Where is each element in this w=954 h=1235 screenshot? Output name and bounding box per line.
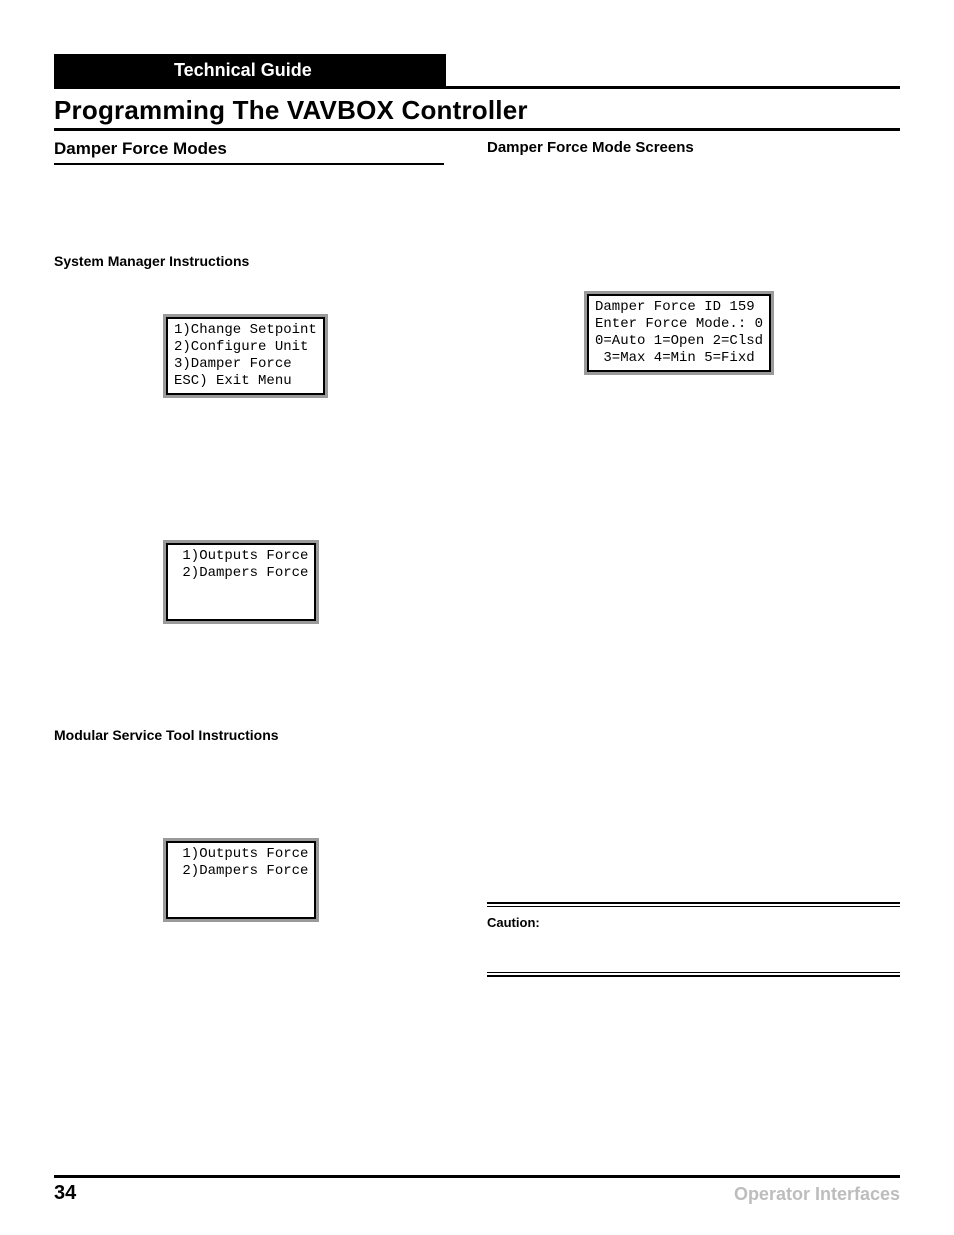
caution-block: Caution: [487, 902, 900, 977]
lcd-line: Damper Force ID 159 [595, 299, 755, 315]
footer-label: Operator Interfaces [734, 1184, 900, 1205]
caution-rule-bottom [487, 975, 900, 977]
lcd-line: 0=Auto 1=Open 2=Clsd [595, 333, 763, 349]
left-heading: Damper Force Modes [54, 139, 467, 161]
lcd-line: 3=Max 4=Min 5=Fixd [595, 350, 755, 366]
lcd-line [174, 599, 182, 615]
guide-title: Technical Guide [54, 54, 446, 86]
lcd-line: 2)Configure Unit [174, 339, 308, 355]
sysmgr-label: System Manager Instructions [54, 253, 467, 269]
lcd-screen-3-wrap: 1)Outputs Force 2)Dampers Force [166, 841, 467, 919]
lcd-line: 2)Dampers Force [174, 863, 308, 879]
left-column: Damper Force Modes System Manager Instru… [54, 137, 467, 977]
lcd-line [174, 582, 182, 598]
page-number: 34 [54, 1182, 76, 1205]
right-heading: Damper Force Mode Screens [487, 139, 900, 156]
lcd-line: 1)Change Setpoint [174, 322, 317, 338]
modsvc-label: Modular Service Tool Instructions [54, 727, 467, 743]
lcd-screen-1-wrap: 1)Change Setpoint 2)Configure Unit 3)Dam… [166, 317, 467, 395]
lcd-line: ESC) Exit Menu [174, 373, 292, 389]
lcd-line: Enter Force Mode.: 0 [595, 316, 763, 332]
caution-rule-thin [487, 906, 900, 907]
caution-rule-top [487, 902, 900, 904]
lcd-screen-force-menu: 1)Outputs Force 2)Dampers Force [166, 543, 316, 621]
lcd-screen-force-mode: Damper Force ID 159 Enter Force Mode.: 0… [587, 294, 771, 372]
lcd-line [174, 880, 182, 896]
caution-label: Caution: [487, 915, 900, 930]
header-bar: Technical Guide [54, 54, 900, 86]
footer-rule [54, 1175, 900, 1178]
left-heading-rule [54, 163, 444, 165]
lcd-line: 2)Dampers Force [174, 565, 308, 581]
lcd-screen-main-menu: 1)Change Setpoint 2)Configure Unit 3)Dam… [166, 317, 325, 395]
lcd-screen-right-wrap: Damper Force ID 159 Enter Force Mode.: 0… [587, 294, 900, 372]
lcd-screen-modsvc-menu: 1)Outputs Force 2)Dampers Force [166, 841, 316, 919]
header-rule [54, 86, 900, 89]
lcd-screen-2-wrap: 1)Outputs Force 2)Dampers Force [166, 543, 467, 621]
lcd-line: 3)Damper Force [174, 356, 292, 372]
content-columns: Damper Force Modes System Manager Instru… [54, 137, 900, 977]
lcd-line [174, 897, 182, 913]
title-rule [54, 128, 900, 131]
lcd-line: 1)Outputs Force [174, 846, 308, 862]
caution-rule-thin2 [487, 972, 900, 973]
right-column: Damper Force Mode Screens Damper Force I… [487, 137, 900, 977]
page-title: Programming The VAVBOX Controller [54, 95, 900, 126]
lcd-line: 1)Outputs Force [174, 548, 308, 564]
page-footer: 34 Operator Interfaces [54, 1175, 900, 1205]
